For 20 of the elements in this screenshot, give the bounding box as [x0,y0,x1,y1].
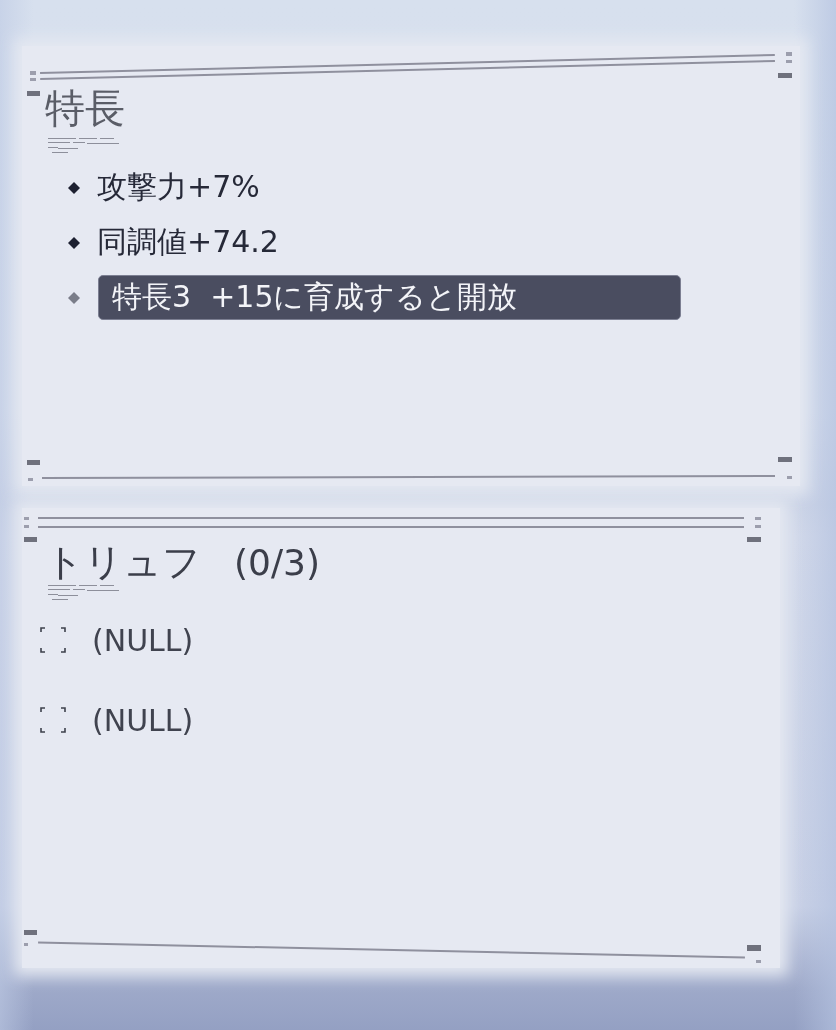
trait-text: 攻撃力+7% [97,168,260,206]
slot-text: (NULL) [92,622,194,658]
locked-trait-label: 特長3 +15に育成すると開放 [98,275,681,320]
corner-tick-icon [778,52,792,78]
section-title: 特長 [45,87,125,130]
corner-tick-icon [747,517,761,542]
section-title: トリュフ [45,541,201,584]
empty-slot-icon [40,627,66,653]
empty-slot-icon [40,707,66,733]
trait-text: 同調値+74.2 [97,223,279,261]
fine-print-drawing [48,584,120,602]
corner-tick-icon [747,945,761,963]
corner-tick-icon [27,71,40,96]
corner-tick-icon [27,460,40,481]
fine-print-drawing [48,137,120,155]
corner-tick-icon [24,930,37,946]
corner-tick-icon [24,517,37,542]
corner-tick-icon [778,457,792,479]
slot-count: (0/3) [234,541,321,584]
slot-text: (NULL) [92,702,194,738]
